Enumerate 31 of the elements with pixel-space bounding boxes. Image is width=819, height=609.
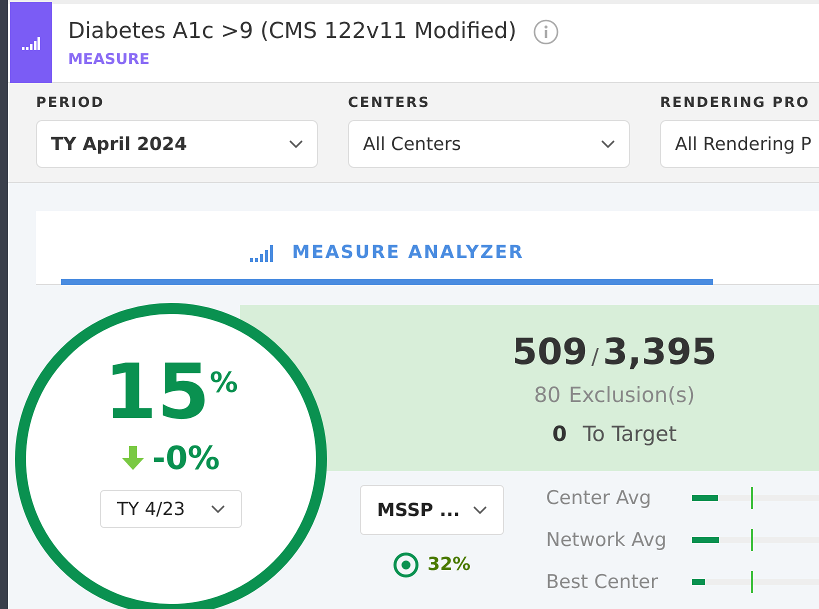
measure-title: Diabetes A1c >9 (CMS 122v11 Modified) [68, 18, 517, 46]
comparison-label: Center Avg [546, 486, 652, 511]
period-dropdown[interactable]: TY 4/23 [100, 490, 242, 528]
chevron-down-icon [289, 140, 303, 148]
filter-label: PERIOD [36, 94, 106, 113]
target-value: 32% [427, 553, 471, 577]
signal-bars-icon [22, 36, 40, 50]
arrow-down-icon [122, 446, 144, 470]
target-icon [393, 552, 420, 578]
comparison-label: Best Center [546, 570, 660, 595]
exclusions-count: 80 [534, 382, 561, 408]
filter-label: RENDERING PRO [660, 94, 811, 113]
filter-label: CENTERS [348, 94, 432, 113]
exclusions-label: Exclusion(s) [568, 382, 695, 408]
change-value: -0% [152, 438, 220, 479]
ratio-value: 509/3,395 [512, 330, 717, 374]
percent-sign: % [210, 365, 238, 401]
filter-dropdown[interactable]: TY April 2024 [36, 120, 318, 168]
chevron-down-icon [211, 505, 225, 513]
chevron-down-icon [601, 140, 615, 148]
comparison-label: Network Avg [546, 528, 668, 553]
score-value: 15 [104, 354, 210, 430]
filter-dropdown[interactable]: All Rendering P [660, 120, 819, 168]
info-icon[interactable] [532, 18, 559, 45]
to-target-count: 0 [552, 421, 567, 448]
signal-bars-icon [250, 244, 276, 262]
filter-dropdown[interactable]: All Centers [348, 120, 630, 168]
chevron-down-icon [473, 506, 487, 514]
program-dropdown[interactable]: MSSP ... [360, 485, 504, 535]
to-target-label: To Target [582, 421, 677, 448]
measure-subtitle: MEASURE [68, 49, 151, 70]
